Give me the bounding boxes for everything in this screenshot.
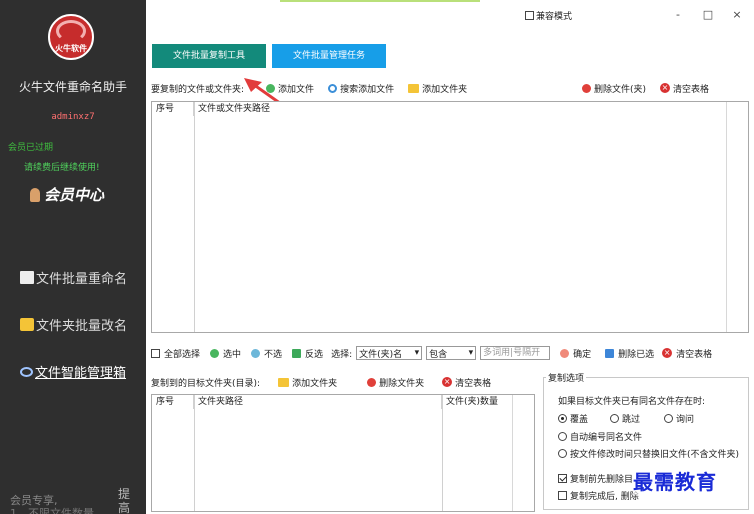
delete-icon — [367, 377, 377, 387]
delete-icon — [582, 83, 591, 93]
vertical-scrollbar[interactable] — [512, 395, 534, 511]
source-file-table[interactable]: 序号 文件或文件夹路径 — [151, 101, 749, 333]
folder-icon — [20, 318, 34, 331]
nav-item-batch-rename[interactable]: 文件批量重命名 — [20, 268, 127, 287]
column-header-folder-path[interactable]: 文件夹路径 — [194, 395, 442, 409]
renew-link[interactable]: 请续费后继续使用! — [24, 160, 100, 173]
check-icon — [210, 348, 220, 358]
delete-before-checkbox[interactable] — [558, 474, 567, 483]
target-toolbar: 复制到的目标文件夹(目录): 添加文件夹 删除文件夹 × 清空表格 — [151, 374, 505, 390]
nav-item-label: 文件智能管理箱 — [35, 366, 127, 381]
add-icon — [266, 83, 276, 93]
column-header-path[interactable]: 文件或文件夹路径 — [194, 102, 748, 116]
radio-overwrite[interactable] — [558, 414, 567, 423]
tab-batch-tasks[interactable]: 文件批量管理任务 — [272, 44, 386, 68]
add-folder-button[interactable]: 添加文件夹 — [408, 82, 467, 95]
member-benefit-item: 1、不限文件数量 — [10, 507, 94, 514]
app-name: 火牛文件重命名助手 — [18, 80, 127, 94]
minimize-button[interactable]: - — [668, 8, 688, 21]
toolbox-icon — [20, 366, 33, 377]
tab-batch-copy[interactable]: 文件批量复制工具 — [152, 44, 266, 68]
choose-label: 选择: — [331, 349, 353, 360]
copy-options-title: 复制选项 — [546, 371, 587, 384]
compat-mode-toggle[interactable]: 兼容模式 — [525, 9, 572, 22]
radio-ask[interactable] — [664, 414, 673, 423]
filter-bar: 全部选择 选中 不选 反选 选择: 文件(夹)名 ▾ 包含 ▾ 多词用|号隔开 确定… — [151, 346, 712, 360]
clear-icon: × — [442, 377, 453, 387]
document-icon — [20, 271, 34, 284]
target-folder-table[interactable]: 序号 文件夹路径 文件(夹)数量 — [151, 394, 535, 512]
member-icon — [30, 188, 40, 202]
column-header-index[interactable]: 序号 — [152, 102, 194, 116]
delete-file-button[interactable]: 删除文件(夹) — [582, 82, 646, 95]
upgrade-vertical-text[interactable]: 提高 — [118, 487, 130, 514]
member-center-button[interactable]: 会员中心 — [30, 184, 104, 205]
overwrite-option[interactable]: 覆盖 — [558, 412, 588, 425]
invert-button[interactable]: 反选 — [305, 347, 323, 360]
source-toolbar-right: 删除文件(夹) × 清空表格 — [582, 80, 723, 96]
auto-number-option[interactable]: 自动编号同名文件 — [558, 430, 642, 443]
search-add-file-button[interactable]: 搜索添加文件 — [328, 82, 394, 95]
conflict-label: 如果目标文件夹已有同名文件存在时: — [558, 397, 706, 407]
keyword-input[interactable]: 多词用|号隔开 — [480, 346, 551, 360]
chevron-down-icon: ▾ — [468, 348, 474, 358]
top-accent-line — [280, 0, 480, 2]
radio-by-time[interactable] — [558, 449, 567, 458]
anchor-icon — [251, 348, 261, 358]
close-button[interactable]: × — [727, 8, 747, 21]
target-label: 复制到的目标文件夹(目录): — [151, 378, 261, 389]
source-label: 要复制的文件或文件夹: — [151, 84, 245, 95]
compat-checkbox[interactable] — [525, 11, 534, 20]
source-toolbar: 要复制的文件或文件夹: 添加文件 搜索添加文件 添加文件夹 — [151, 80, 481, 96]
confirm-button[interactable]: 确定 — [573, 347, 591, 360]
nav-item-label: 文件批量重命名 — [36, 272, 128, 287]
radio-auto-number[interactable] — [558, 432, 567, 441]
select-button[interactable]: 选中 — [223, 347, 241, 360]
logo-text: 火牛软件 — [55, 44, 87, 53]
after-copy-option[interactable]: 复制完成后, 删除 — [558, 489, 639, 502]
clear-target-table-button[interactable]: × 清空表格 — [442, 376, 491, 389]
select-all-label[interactable]: 全部选择 — [164, 347, 200, 360]
table-header: 序号 文件夹路径 文件(夹)数量 — [152, 395, 534, 409]
delete-target-folder-button[interactable]: 删除文件夹 — [367, 376, 424, 389]
match-select[interactable]: 包含 ▾ — [426, 346, 477, 360]
delete-before-option[interactable]: 复制前先删除目 — [558, 472, 633, 485]
clear-icon: × — [662, 348, 673, 358]
clear-table-button-2[interactable]: 清空表格 — [676, 347, 712, 360]
username: adminxz7 — [51, 112, 95, 122]
chevron-down-icon: ▾ — [414, 348, 420, 358]
folder-icon — [278, 377, 290, 387]
maximize-button[interactable]: □ — [698, 8, 718, 21]
vertical-scrollbar[interactable] — [726, 102, 748, 332]
type-select[interactable]: 文件(夹)名 ▾ — [356, 346, 423, 360]
nav-item-folder-rename[interactable]: 文件夹批量改名 — [20, 315, 127, 334]
delete-selected-button[interactable]: 删除已选 — [618, 347, 654, 360]
trash-icon — [605, 348, 615, 358]
clear-table-button[interactable]: × 清空表格 — [660, 82, 709, 95]
skip-option[interactable]: 跳过 — [610, 412, 640, 425]
search-icon — [328, 83, 338, 93]
membership-expired-text: 会员已过期 — [8, 143, 54, 153]
member-center-label: 会员中心 — [44, 186, 105, 204]
table-header: 序号 文件或文件夹路径 — [152, 102, 748, 116]
nav-item-label: 文件夹批量改名 — [36, 319, 128, 334]
radio-skip[interactable] — [610, 414, 619, 423]
add-file-button[interactable]: 添加文件 — [266, 82, 314, 95]
deselect-button[interactable]: 不选 — [264, 347, 282, 360]
watermark: 最需教育 — [633, 466, 717, 495]
sidebar: 火牛软件 火牛文件重命名助手 adminxz7 会员已过期 请续费后继续使用! … — [0, 0, 146, 514]
ask-option[interactable]: 询问 — [664, 412, 694, 425]
nav-item-smart-manager[interactable]: 文件智能管理箱 — [20, 362, 126, 381]
by-time-option[interactable]: 按文件修改时间只替换旧文件(不含文件夹) — [558, 447, 739, 460]
confirm-icon — [560, 348, 570, 358]
add-target-folder-button[interactable]: 添加文件夹 — [278, 376, 337, 389]
app-logo: 火牛软件 — [48, 14, 94, 60]
after-copy-checkbox[interactable] — [558, 491, 567, 500]
compat-mode-label: 兼容模式 — [536, 12, 573, 22]
column-header-index[interactable]: 序号 — [152, 395, 194, 409]
folder-icon — [408, 83, 420, 93]
clear-icon: × — [660, 83, 671, 93]
select-all-checkbox[interactable] — [151, 348, 160, 358]
invert-icon — [292, 348, 302, 358]
